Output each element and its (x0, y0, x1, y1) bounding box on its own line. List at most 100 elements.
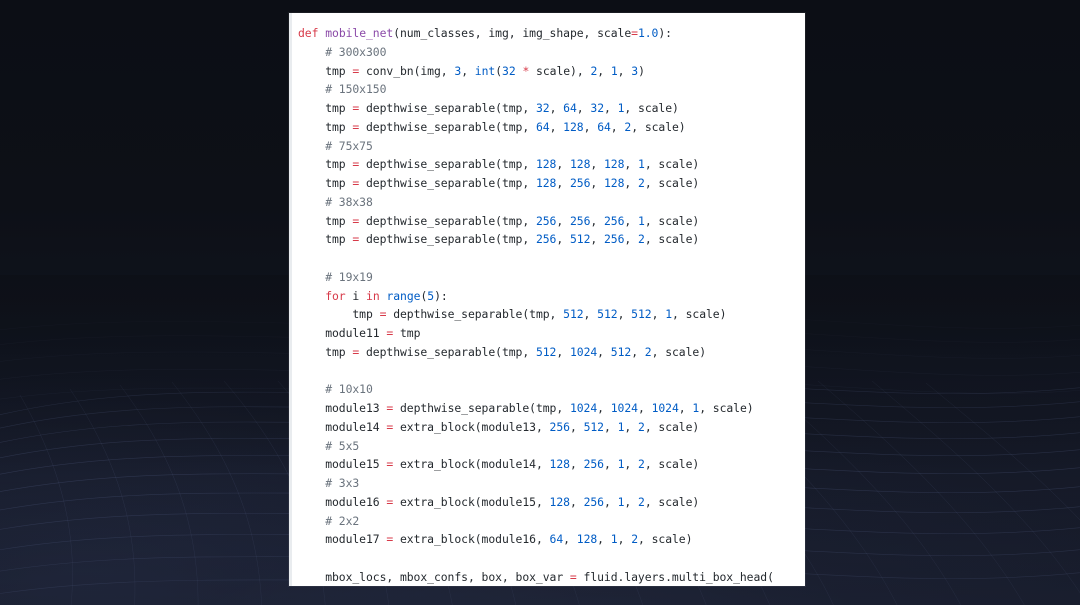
code-line: tmp = depthwise_separable(tmp, 512, 1024… (298, 343, 805, 362)
code-token-cmt: # 3x3 (298, 476, 360, 490)
code-token-num: 1024 (651, 401, 679, 415)
code-token-num: 128 (603, 157, 625, 172)
code-token-pl: , (556, 157, 570, 172)
code-line: # 75x75 (298, 137, 805, 156)
code-line: # 38x38 (298, 193, 805, 212)
code-token-pl: tmp (298, 119, 353, 134)
code-token-pl: , (563, 532, 577, 547)
code-line: tmp = depthwise_separable(tmp, 512, 512,… (298, 305, 805, 324)
code-block[interactable]: def mobile_net(num_classes, img, img_sha… (289, 13, 805, 586)
code-token-num: 256 (583, 494, 604, 509)
code-token-num: 32 (535, 101, 550, 115)
code-token-num: 256 (603, 232, 625, 247)
code-token-num: 2 (631, 532, 639, 547)
code-line: # 150x150 (298, 80, 805, 99)
code-token-num: 256 (569, 176, 591, 190)
code-token-pl: , (603, 494, 618, 509)
code-token-pl: , (590, 157, 604, 172)
code-token-pl: depthwise_separable(tmp, (359, 213, 536, 228)
code-token-pl: , scale) (644, 176, 700, 190)
code-token-pl: , (583, 307, 598, 322)
code-token-num: 32 (590, 101, 604, 115)
code-token-pl: , scale) (624, 101, 679, 115)
code-token-pl: , (597, 344, 611, 359)
code-token-pl: , (549, 119, 564, 134)
code-token-pl: depthwise_separable(tmp, (359, 232, 536, 247)
code-token-num: 2 (638, 176, 645, 190)
code-token-num: 1 (638, 157, 645, 172)
code-token-num: 64 (563, 101, 577, 115)
code-snippet-panel[interactable]: def mobile_net(num_classes, img, img_sha… (289, 13, 805, 586)
code-line: mbox_locs, mbox_confs, box, box_var = fl… (298, 568, 805, 586)
code-token-num: 32 (502, 63, 516, 78)
code-token-pl: tmp (298, 157, 353, 172)
code-token-pl: , (590, 232, 604, 247)
code-token-pl: tmp (298, 176, 353, 190)
code-token-pl: ): (658, 26, 672, 40)
code-token-pl: depthwise_separable(tmp, (359, 101, 536, 115)
code-token-bi: int (474, 63, 496, 78)
code-token-num: 512 (563, 307, 584, 322)
code-token-num: 64 (549, 532, 564, 547)
code-token-pl: tmp (298, 213, 353, 228)
code-token-pl: , scale) (644, 494, 700, 509)
code-line: # 19x19 (298, 268, 805, 287)
code-token-pl: , scale) (644, 457, 700, 472)
code-token-pl: , (637, 401, 652, 415)
code-token-num: 512 (535, 344, 557, 359)
code-token-pl: , scale) (631, 119, 686, 134)
code-token-num: 256 (603, 213, 625, 228)
code-token-pl: tmp (298, 232, 353, 247)
code-token-pl: module14 (298, 419, 387, 434)
code-token-pl: module13 (298, 401, 387, 415)
code-token-cmt: # 75x75 (298, 138, 373, 153)
code-token-pl: module11 (298, 326, 387, 340)
code-token-pl: , (556, 213, 570, 228)
code-token-pl: , scale) (644, 419, 700, 434)
code-token-pl: , (651, 307, 666, 322)
code-token-pl: , (597, 401, 611, 415)
code-token-op: = (631, 26, 638, 40)
code-token-pl: depthwise_separable(tmp, (359, 119, 536, 134)
code-token-num: 128 (563, 119, 584, 134)
code-token-num: 256 (549, 419, 570, 434)
code-token-pl: ( (495, 63, 503, 78)
code-token-pl: , (590, 213, 604, 228)
code-token-pl: , (603, 419, 618, 434)
code-token-pl: depthwise_separable(tmp, (386, 307, 564, 322)
code-token-num: 128 (535, 176, 557, 190)
code-token-pl: , (556, 176, 570, 190)
code-token-cmt: # 300x300 (298, 44, 387, 59)
code-token-pl: , (604, 101, 618, 115)
code-token-num: 256 (569, 213, 591, 228)
code-line: module11 = tmp (298, 324, 805, 343)
code-token-kw: def (298, 26, 319, 40)
code-token-pl: , (556, 344, 570, 359)
code-token-pl: tmp (298, 307, 380, 322)
code-token-pl: module17 (298, 532, 387, 547)
code-token-pl: , (624, 157, 638, 172)
code-token-num: 2 (638, 232, 645, 247)
code-token-cmt: # 2x2 (298, 513, 360, 528)
code-token-pl: tmp (298, 344, 353, 359)
code-token-num: 256 (535, 232, 557, 247)
code-token-pl: depthwise_separable(tmp, (393, 401, 570, 415)
code-token-num: 1024 (569, 401, 598, 415)
code-token-kw: for (325, 288, 346, 303)
code-token-pl: tmp (298, 101, 353, 115)
code-line: module17 = extra_block(module16, 64, 128… (298, 530, 805, 549)
code-token-pl: , scale) (638, 532, 693, 547)
code-token-pl: extra_block(module14, (393, 457, 550, 472)
code-token-pl: , (569, 494, 584, 509)
code-token-pl: , (590, 176, 604, 190)
code-token-pl: , scale) (644, 213, 700, 228)
code-token-pl: module16 (298, 494, 387, 509)
code-token-num: 512 (631, 307, 652, 322)
code-token-pl: , (617, 307, 632, 322)
code-token-fn: mobile_net (325, 26, 394, 40)
code-token-pl: , scale) (644, 157, 700, 172)
code-token-pl: , (549, 101, 564, 115)
code-token-num: 2 (644, 344, 652, 359)
